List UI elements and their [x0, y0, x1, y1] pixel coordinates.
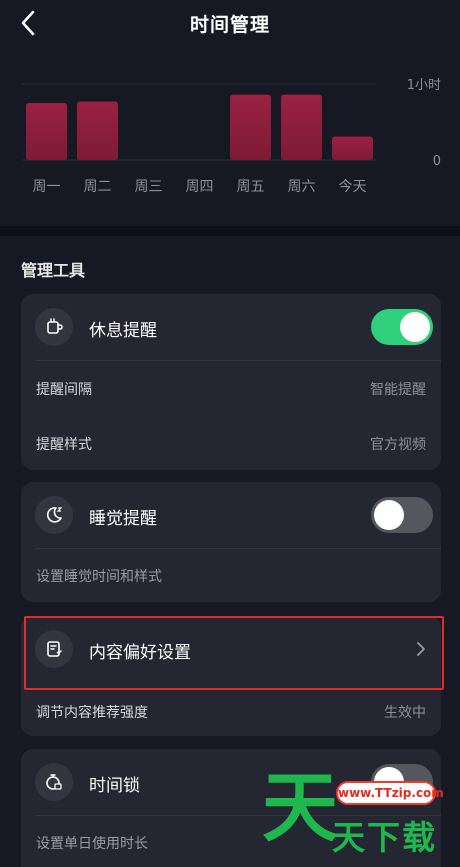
watermark-big-char: 天 — [262, 763, 338, 852]
sleep-reminder-toggle[interactable] — [371, 497, 433, 533]
reminder-interval-row[interactable]: 提醒间隔 智能提醒 — [21, 361, 441, 415]
time-lock-label: 时间锁 — [89, 776, 140, 796]
y-tick-label: 1小时 — [407, 78, 441, 93]
coffee-cup-icon — [35, 308, 73, 346]
rest-reminder-card: 休息提醒 提醒间隔 智能提醒 提醒样式 官方视频 — [21, 294, 441, 470]
timer-lock-icon — [35, 763, 73, 801]
header-bar: 时间管理 — [0, 0, 460, 46]
x-tick-label: 周一 — [33, 179, 61, 195]
reminder-interval-value: 智能提醒 — [370, 382, 426, 398]
bar-4 — [230, 94, 271, 160]
sleep-reminder-card: 睡觉提醒 设置睡觉时间和样式 — [21, 482, 441, 602]
section-title: 管理工具 — [21, 261, 86, 280]
reminder-style-row[interactable]: 提醒样式 官方视频 — [21, 415, 441, 469]
x-tick-label: 周三 — [135, 179, 163, 195]
sleep-reminder-row: 睡觉提醒 — [21, 482, 441, 548]
x-tick-label: 周四 — [186, 179, 214, 195]
recommendation-strength-label: 调节内容推荐强度 — [36, 705, 148, 721]
sleep-setting-label: 设置睡觉时间和样式 — [36, 569, 162, 585]
reminder-style-label: 提醒样式 — [36, 437, 92, 453]
x-tick-label: 周六 — [288, 179, 316, 195]
bar-0 — [26, 103, 67, 160]
x-tick-label: 今天 — [339, 179, 367, 195]
reminder-style-value: 官方视频 — [370, 437, 426, 453]
sleep-reminder-label: 睡觉提醒 — [89, 509, 157, 529]
bar-5 — [281, 94, 322, 160]
watermark-url: www.TTzip.com — [336, 781, 444, 805]
x-tick-label: 周五 — [237, 179, 265, 195]
sleep-setting-row[interactable]: 设置睡觉时间和样式 — [21, 549, 441, 601]
reminder-interval-label: 提醒间隔 — [36, 382, 92, 398]
page-title: 时间管理 — [189, 14, 270, 36]
bar-6 — [332, 136, 373, 160]
recommendation-strength-value: 生效中 — [384, 705, 426, 721]
watermark-text: 天下载 — [332, 818, 437, 857]
site-watermark: 天 www.TTzip.com 天下载 — [262, 762, 460, 867]
rest-reminder-row: 休息提醒 — [21, 294, 441, 360]
highlight-annotation — [24, 616, 444, 690]
recommendation-strength-row[interactable]: 调节内容推荐强度 生效中 — [21, 690, 441, 736]
rest-reminder-label: 休息提醒 — [89, 321, 157, 341]
daily-limit-label: 设置单日使用时长 — [36, 836, 148, 852]
rest-reminder-toggle[interactable] — [371, 309, 433, 345]
x-tick-label: 周二 — [84, 179, 112, 195]
section-divider — [0, 226, 460, 236]
moon-icon — [35, 496, 73, 534]
y-tick-label: 0 — [433, 154, 441, 169]
weekly-usage-chart: 周一 周二 周三 周四 周五 周六 今天 1小时 0 — [22, 78, 441, 195]
bar-1 — [77, 101, 118, 160]
